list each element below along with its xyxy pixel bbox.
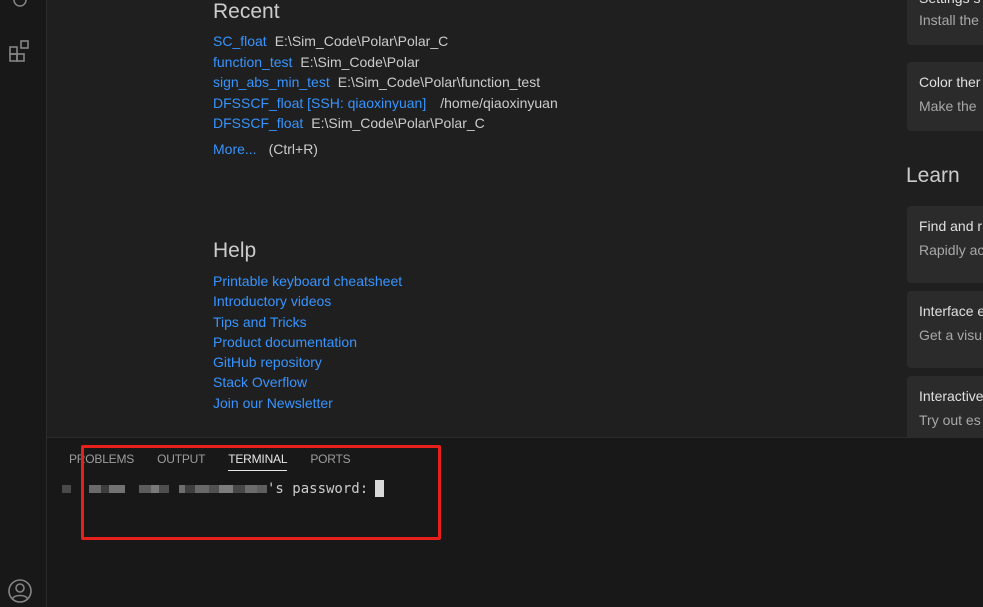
recent-link[interactable]: SC_float bbox=[213, 33, 267, 49]
activity-icon-partial[interactable] bbox=[4, 0, 36, 16]
recent-link[interactable]: DFSSCF_float bbox=[213, 115, 303, 131]
recent-link[interactable]: function_test bbox=[213, 54, 292, 70]
card-desc: Try out es bbox=[919, 412, 981, 428]
more-hint: (Ctrl+R) bbox=[268, 140, 318, 157]
recent-path: E:\Sim_Code\Polar\Polar_C bbox=[274, 33, 449, 49]
recent-item: DFSSCF_float E:\Sim_Code\Polar\Polar_C bbox=[213, 113, 558, 134]
recent-item: function_test E:\Sim_Code\Polar bbox=[213, 52, 558, 73]
card-desc: Make the bbox=[919, 98, 977, 114]
recent-path: E:\Sim_Code\Polar\function_test bbox=[337, 74, 541, 90]
walkthrough-card[interactable]: Color ther Make the bbox=[907, 62, 983, 131]
walkthrough-card[interactable]: Settings s Install the bbox=[907, 0, 983, 45]
highlight-box bbox=[81, 445, 441, 540]
recent-path: /home/qiaoxinyuan bbox=[440, 94, 558, 111]
recent-path: E:\Sim_Code\Polar\Polar_C bbox=[311, 115, 485, 131]
recent-link[interactable]: sign_abs_min_test bbox=[213, 74, 330, 90]
help-link[interactable]: Printable keyboard cheatsheet bbox=[213, 271, 402, 291]
recent-item: DFSSCF_float [SSH: qiaoxinyuan] /home/qia… bbox=[213, 93, 558, 114]
card-title: Interactive bbox=[919, 388, 983, 404]
account-icon[interactable] bbox=[4, 575, 36, 607]
card-title: Color ther bbox=[919, 74, 981, 90]
more-link[interactable]: More... bbox=[213, 141, 257, 157]
help-link[interactable]: Stack Overflow bbox=[213, 372, 402, 392]
recent-item: SC_float E:\Sim_Code\Polar\Polar_C bbox=[213, 31, 558, 52]
learn-card[interactable]: Interactive Try out es bbox=[907, 376, 983, 437]
recent-link[interactable]: DFSSCF_float [SSH: qiaoxinyuan] bbox=[213, 95, 426, 111]
activity-bar bbox=[0, 0, 47, 607]
card-desc: Get a visu bbox=[919, 327, 983, 343]
help-link[interactable]: Product documentation bbox=[213, 332, 402, 352]
card-desc: Install the bbox=[919, 12, 979, 28]
help-title: Help bbox=[213, 239, 257, 262]
recent-path: E:\Sim_Code\Polar bbox=[300, 53, 420, 70]
learn-title: Learn bbox=[906, 164, 960, 187]
help-list: Printable keyboard cheatsheet Introducto… bbox=[213, 271, 402, 413]
help-link[interactable]: GitHub repository bbox=[213, 352, 402, 372]
card-desc: Rapidly ac bbox=[919, 242, 983, 258]
recent-list: SC_float E:\Sim_Code\Polar\Polar_C functi… bbox=[213, 31, 558, 159]
help-link[interactable]: Introductory videos bbox=[213, 291, 402, 311]
card-title: Settings s bbox=[919, 0, 983, 8]
card-title: Find and r bbox=[919, 218, 983, 234]
help-link[interactable]: Tips and Tricks bbox=[213, 312, 402, 332]
welcome-page: Recent SC_float E:\Sim_Code\Polar\Polar_C… bbox=[47, 0, 983, 437]
more-row: More... (Ctrl+R) bbox=[213, 139, 558, 159]
recent-title: Recent bbox=[213, 0, 280, 23]
recent-item: sign_abs_min_test E:\Sim_Code\Polar\funct… bbox=[213, 72, 558, 93]
learn-card[interactable]: Find and r Rapidly ac bbox=[907, 206, 983, 283]
help-link[interactable]: Join our Newsletter bbox=[213, 393, 402, 413]
extensions-icon[interactable] bbox=[4, 35, 36, 67]
card-title: Interface e bbox=[919, 303, 983, 319]
learn-card[interactable]: Interface e Get a visu bbox=[907, 291, 983, 368]
